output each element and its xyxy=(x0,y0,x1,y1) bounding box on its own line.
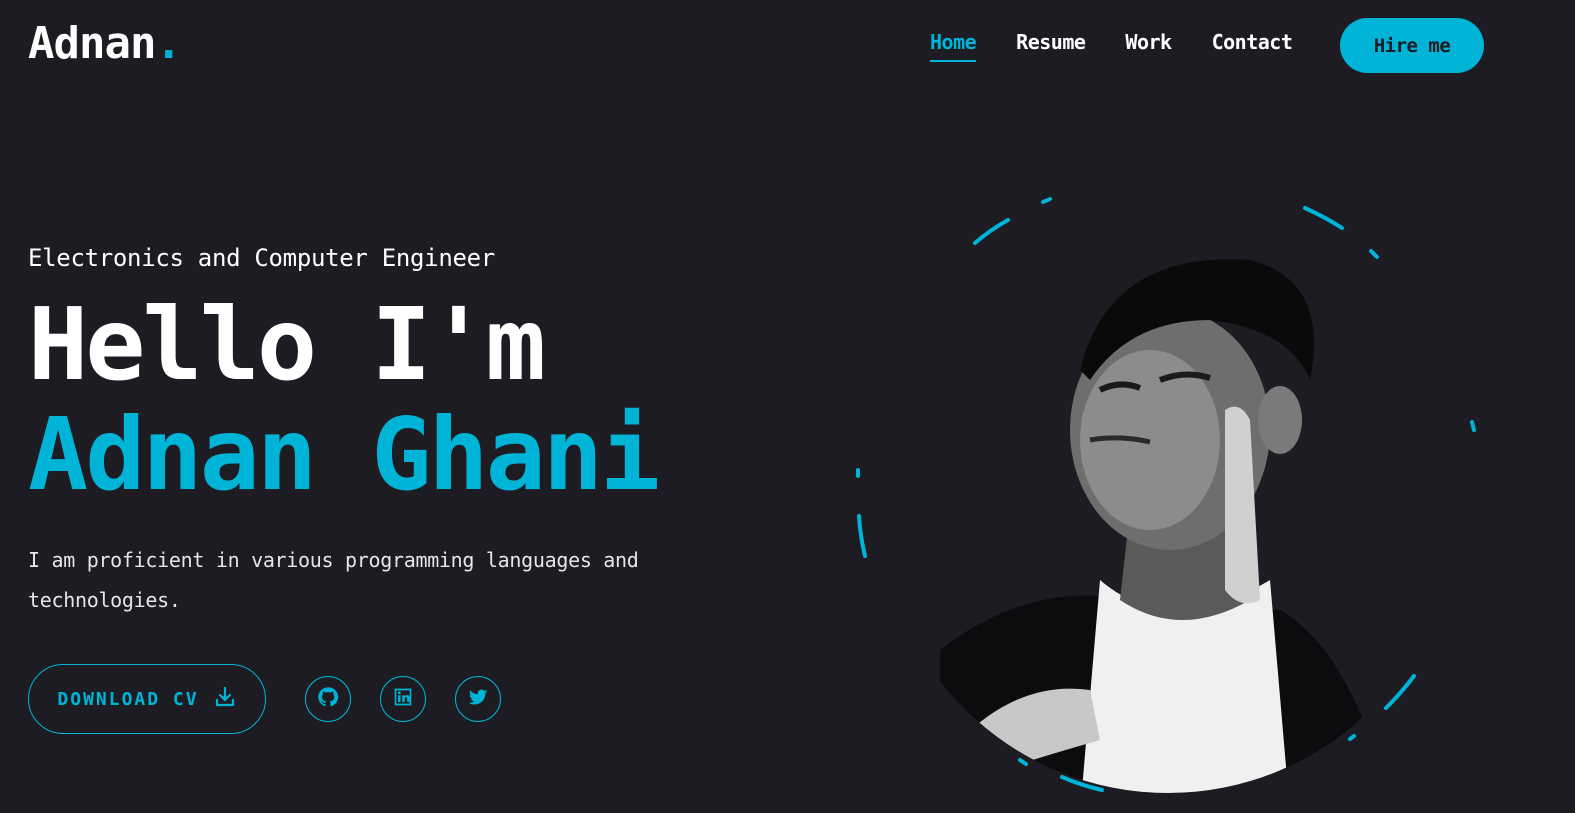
portrait-photo xyxy=(880,217,1456,793)
twitter-link[interactable] xyxy=(455,676,501,722)
hero-subtitle: Electronics and Computer Engineer xyxy=(28,244,495,272)
nav-work[interactable]: Work xyxy=(1125,30,1172,62)
download-cv-label: DOWNLOAD CV xyxy=(57,688,199,710)
download-icon xyxy=(213,685,237,714)
hero-description: I am proficient in various programming l… xyxy=(28,548,639,612)
site-logo[interactable]: Adnan. xyxy=(28,18,182,69)
logo-text: Adnan xyxy=(28,18,156,69)
hero-name: Adnan Ghani xyxy=(28,396,660,513)
logo-dot: . xyxy=(155,18,181,69)
nav-resume[interactable]: Resume xyxy=(1016,30,1086,62)
linkedin-icon xyxy=(393,687,413,711)
linkedin-link[interactable] xyxy=(380,676,426,722)
nav-contact[interactable]: Contact xyxy=(1212,30,1293,62)
github-icon xyxy=(317,686,339,712)
hire-me-button[interactable]: Hire me xyxy=(1340,18,1484,73)
portrait-area xyxy=(830,180,1490,813)
twitter-icon xyxy=(467,686,489,712)
hero-greeting: Hello I'm xyxy=(28,286,546,403)
nav-home[interactable]: Home xyxy=(930,30,977,62)
main-nav: Home Resume Work Contact xyxy=(930,30,1293,62)
page: Adnan. Home Resume Work Contact Hire me … xyxy=(0,0,1575,813)
github-link[interactable] xyxy=(305,676,351,722)
decorative-ring xyxy=(856,197,1476,793)
download-cv-button[interactable]: DOWNLOAD CV xyxy=(28,664,266,734)
